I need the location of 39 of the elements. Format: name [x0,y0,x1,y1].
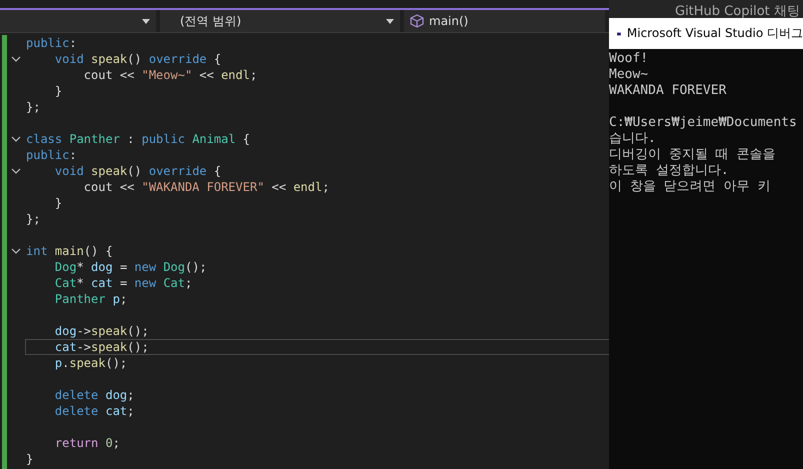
code-line: Panther p; [54,292,128,306]
code-line: p.speak(); [54,356,128,370]
chevron-icon[interactable] [11,248,21,254]
console-text: C:₩Users₩jeime₩Documents [609,115,797,130]
chevron-icon[interactable] [11,136,21,142]
code-line: void speak() override { [54,164,222,178]
code-line: cout << "WAKANDA FOREVER" << endl; [82,180,330,194]
code-line: } [26,452,34,466]
console-text: 이 창을 닫으려면 아무 키 [609,179,770,194]
caret-icon [142,18,150,24]
code-line: delete dog; [54,388,134,402]
code-line: Cat* cat = new Cat; [54,276,192,290]
console-text: Woof! [609,51,648,66]
code-line: } [54,196,62,210]
caret-icon [386,18,394,24]
console-text: WAKANDA FOREVER [609,83,726,98]
code-line: Dog* dog = new Dog(); [54,260,207,274]
code-line: delete cat; [54,404,134,418]
code-line: class Panther : public Animal { [26,132,250,146]
code-line: public: [26,148,77,162]
console-text: Meow~ [609,67,648,82]
code-line: void speak() override { [54,52,222,66]
code-line: }; [26,212,40,226]
code-line: public: [26,36,77,50]
window-title: Microsoft Visual Studio 디버그 [626,25,803,42]
console-text: 디버깅이 중지될 때 콘솔을 [609,147,776,162]
chevron-icon[interactable] [11,56,21,62]
code-line: int main() { [26,244,113,258]
console-text: 하도록 설정합니다. [609,163,729,178]
chevron-icon[interactable] [11,168,21,174]
code-line: cat->speak(); [54,340,149,354]
cube-icon [410,14,424,28]
code-line: return 0; [54,436,120,450]
panel-title: GitHub Copilot 채팅 [675,6,800,18]
console-text: 습니다. [609,131,656,146]
code-line: }; [26,100,40,114]
code-line: dog->speak(); [54,324,149,338]
code-line: cout << "Meow~" << endl; [82,68,258,82]
code-line: } [54,84,62,98]
